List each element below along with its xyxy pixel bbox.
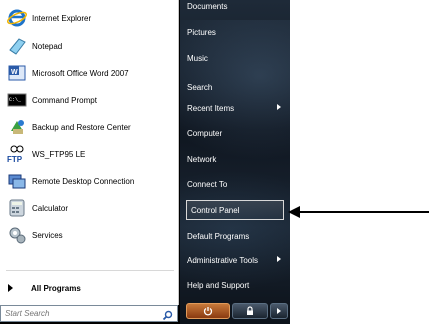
search-input[interactable] — [1, 309, 159, 318]
power-controls — [186, 303, 290, 319]
notepad-icon — [6, 36, 28, 56]
places-item-network[interactable]: Network — [187, 148, 287, 170]
places-label: Recent Items — [187, 103, 235, 113]
places-item-administrative-tools[interactable]: Administrative Tools — [187, 249, 287, 271]
svg-text:FTP: FTP — [7, 155, 23, 164]
separator — [6, 270, 174, 271]
places-label: Search — [187, 82, 213, 92]
program-label: Internet Explorer — [32, 13, 92, 23]
places-label: Control Panel — [191, 205, 240, 215]
program-label: Backup and Restore Center — [32, 122, 131, 132]
places-item-search[interactable]: Search — [187, 76, 287, 98]
all-programs-button[interactable]: All Programs — [8, 280, 176, 296]
places-label: Connect To — [187, 179, 228, 189]
svg-text:C:\_: C:\_ — [9, 97, 22, 103]
annotation-arrow-icon — [288, 206, 300, 218]
start-search-box[interactable] — [0, 305, 178, 322]
search-icon[interactable] — [162, 308, 173, 326]
program-label: Services — [32, 230, 63, 240]
program-backup-restore[interactable]: Backup and Restore Center — [6, 115, 176, 139]
program-ws-ftp[interactable]: FTP WS_FTP95 LE — [6, 142, 176, 166]
places-label: Help and Support — [187, 280, 250, 290]
program-label: Microsoft Office Word 2007 — [32, 68, 129, 78]
places-label: Pictures — [187, 27, 216, 37]
backup-icon — [6, 117, 28, 137]
program-services[interactable]: Services — [6, 223, 176, 247]
svg-text:W: W — [11, 69, 18, 76]
places-item-computer[interactable]: Computer — [187, 122, 287, 144]
arrow-right-icon — [8, 284, 13, 292]
places-label: Network — [187, 154, 217, 164]
program-command-prompt[interactable]: C:\_ Command Prompt — [6, 88, 176, 112]
places-item-connect-to[interactable]: Connect To — [187, 173, 287, 195]
word-icon: W — [6, 63, 28, 83]
program-label: Notepad — [32, 41, 63, 51]
lock-icon — [247, 306, 253, 315]
program-label: Command Prompt — [32, 95, 97, 105]
places-item-help-support[interactable]: Help and Support — [187, 274, 287, 296]
places-item-control-panel[interactable]: Control Panel — [186, 200, 284, 220]
all-programs-label: All Programs — [31, 283, 81, 293]
places-label: Music — [187, 53, 208, 63]
lock-button[interactable] — [232, 303, 268, 319]
remote-desktop-icon — [6, 171, 28, 191]
shutdown-options-button[interactable] — [270, 303, 288, 319]
places-item-default-programs[interactable]: Default Programs — [187, 225, 287, 247]
places-label: Documents — [187, 1, 228, 11]
ftp-icon: FTP — [6, 144, 28, 164]
places-item-music[interactable]: Music — [187, 47, 287, 69]
calculator-icon — [6, 198, 28, 218]
program-label: Calculator — [32, 203, 69, 213]
places-label: Administrative Tools — [187, 255, 258, 265]
places-label: Computer — [187, 128, 223, 138]
program-label: Remote Desktop Connection — [32, 176, 135, 186]
power-icon — [203, 307, 213, 316]
power-button[interactable] — [186, 303, 230, 319]
program-notepad[interactable]: Notepad — [6, 34, 176, 58]
programs-pane: Internet Explorer Notepad W Microsoft Of… — [0, 0, 179, 305]
program-word[interactable]: W Microsoft Office Word 2007 — [6, 61, 176, 85]
program-label: WS_FTP95 LE — [32, 149, 86, 159]
places-item-documents[interactable]: Documents — [187, 0, 287, 15]
places-item-pictures[interactable]: Pictures — [187, 21, 287, 43]
program-calculator[interactable]: Calculator — [6, 196, 176, 220]
annotation-arrow-line — [297, 211, 429, 213]
submenu-arrow-icon — [277, 104, 281, 110]
command-prompt-icon: C:\_ — [6, 90, 28, 110]
places-item-recent-items[interactable]: Recent Items — [187, 97, 287, 119]
places-label: Default Programs — [187, 231, 250, 241]
program-remote-desktop[interactable]: Remote Desktop Connection — [6, 169, 176, 193]
submenu-arrow-icon — [277, 256, 281, 262]
internet-explorer-icon — [6, 8, 28, 28]
services-icon — [6, 225, 28, 245]
arrow-right-icon — [277, 308, 281, 314]
program-internet-explorer[interactable]: Internet Explorer — [6, 6, 176, 30]
